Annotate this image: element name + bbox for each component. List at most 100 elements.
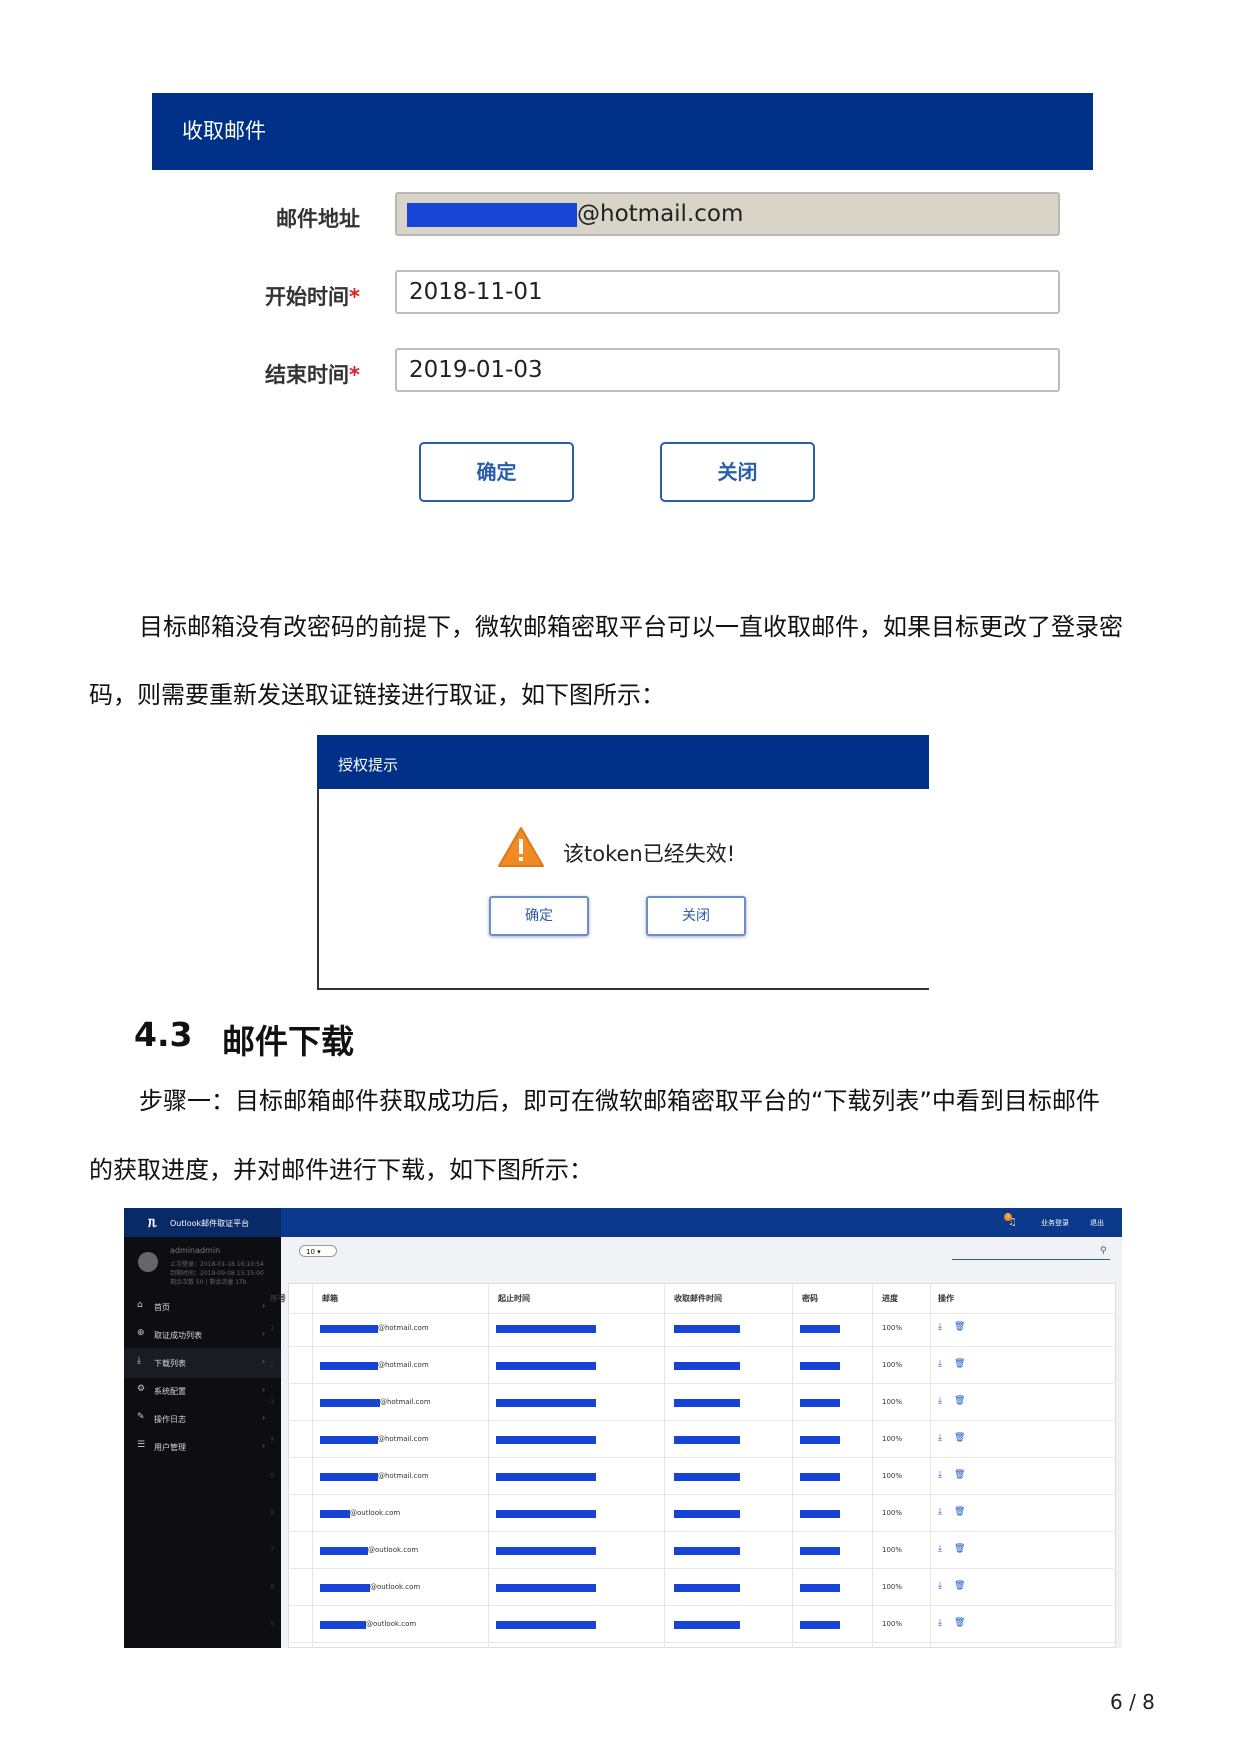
search-input[interactable] — [952, 1259, 1110, 1260]
progress-value: 100% — [882, 1324, 903, 1332]
redaction-bar — [320, 1510, 350, 1518]
redaction-bar — [496, 1362, 596, 1370]
redaction-bar — [320, 1362, 378, 1370]
redaction-bar — [674, 1584, 740, 1592]
settings-icon: ⚙ — [137, 1384, 146, 1394]
table-header-cell: 进度 — [882, 1294, 898, 1303]
trash-icon[interactable]: 🗑 — [954, 1581, 965, 1591]
search-icon[interactable]: ⚲ — [1100, 1246, 1107, 1256]
table-header-cell: 收取邮件时间 — [674, 1294, 722, 1303]
chevron-right-icon: › — [262, 1385, 266, 1394]
trash-icon[interactable]: 🗑 — [954, 1359, 965, 1369]
user-meta-3: 剩余次数 50 | 剩余流量 1Tb — [170, 1279, 247, 1286]
chevron-right-icon: › — [262, 1329, 266, 1338]
redaction-bar — [674, 1325, 740, 1333]
business-login-link[interactable]: 业务登录 — [1041, 1218, 1069, 1228]
paragraph-1-line-2: 码，则需要重新发送取证链接进行取证，如下图所示： — [89, 681, 665, 709]
trash-icon[interactable]: 🗑 — [954, 1470, 965, 1480]
email-suffix: @outlook.com — [370, 1583, 421, 1591]
redaction-bar — [320, 1621, 366, 1629]
redaction-bar — [496, 1621, 596, 1629]
row-index: 4 — [270, 1435, 275, 1443]
table-column-divider — [930, 1284, 931, 1648]
email-suffix: @hotmail.com — [380, 1398, 431, 1406]
sidebar-item-label: 操作日志 — [154, 1415, 186, 1424]
auth-dialog-title: 授权提示 — [338, 756, 399, 774]
download-icon[interactable]: ⤓ — [938, 1322, 942, 1332]
trash-icon[interactable]: 🗑 — [954, 1618, 965, 1628]
auth-dialog-header — [317, 735, 929, 789]
section-number: 4.3 — [134, 1015, 193, 1054]
progress-value: 100% — [882, 1509, 903, 1517]
sidebar-item-2[interactable]: ⤓ 下载列表 › — [124, 1348, 281, 1378]
trash-icon[interactable]: 🗑 — [954, 1544, 965, 1554]
redaction-bar — [674, 1621, 740, 1629]
sidebar-item-4[interactable]: ✎ 操作日志 › — [124, 1404, 281, 1434]
redaction-bar — [496, 1510, 596, 1518]
download-icon[interactable]: ⤓ — [938, 1396, 942, 1406]
sidebar-item-3[interactable]: ⚙ 系统配置 › — [124, 1376, 281, 1406]
log-icon: ✎ — [137, 1412, 145, 1422]
redaction-bar — [674, 1362, 740, 1370]
trash-icon[interactable]: 🗑 — [954, 1507, 965, 1517]
email-address-field[interactable]: @hotmail.com — [395, 192, 1060, 236]
download-icon[interactable]: ⤓ — [938, 1359, 942, 1369]
sidebar-item-1[interactable]: ⊕ 取证成功列表 › — [124, 1320, 281, 1350]
redaction-bar — [800, 1473, 840, 1481]
row-index: 7 — [270, 1546, 275, 1554]
trash-icon[interactable]: 🗑 — [954, 1433, 965, 1443]
user-meta-2: 到期时间：2019-09-08 15:15:00 — [170, 1270, 264, 1277]
download-icon[interactable]: ⤓ — [938, 1470, 942, 1480]
redaction-bar — [800, 1325, 840, 1333]
table-row-divider — [290, 1605, 1114, 1606]
progress-value: 100% — [882, 1546, 903, 1554]
confirm-button[interactable]: 确定 — [419, 442, 574, 502]
start-time-field[interactable]: 2018-11-01 — [395, 270, 1060, 314]
email-suffix: @hotmail.com — [378, 1435, 429, 1443]
end-time-field[interactable]: 2019-01-03 — [395, 348, 1060, 392]
redaction-bar — [674, 1473, 740, 1481]
sidebar-item-5[interactable]: ☰ 用户管理 › — [124, 1432, 281, 1462]
download-icon[interactable]: ⤓ — [938, 1581, 942, 1591]
redaction-bar — [674, 1399, 740, 1407]
download-icon[interactable]: ⤓ — [938, 1618, 942, 1628]
progress-value: 100% — [882, 1620, 903, 1628]
table-row-divider — [290, 1568, 1114, 1569]
auth-confirm-button[interactable]: 确定 — [489, 896, 589, 936]
chevron-right-icon: › — [262, 1357, 266, 1366]
users-icon: ☰ — [137, 1440, 146, 1450]
check-list-icon: ⊕ — [137, 1328, 145, 1338]
redaction-bar — [496, 1547, 596, 1555]
redaction-bar — [800, 1621, 840, 1629]
download-table — [288, 1283, 1116, 1648]
trash-icon[interactable]: 🗑 — [954, 1396, 965, 1406]
redaction-bar — [800, 1399, 840, 1407]
redaction-bar — [496, 1399, 596, 1407]
trash-icon[interactable]: 🗑 — [954, 1322, 965, 1332]
sidebar-item-label: 首页 — [154, 1303, 170, 1312]
redaction-bar — [674, 1547, 740, 1555]
table-header-cell: 起止时间 — [498, 1294, 530, 1303]
table-row-divider — [290, 1457, 1114, 1458]
table-header-cell: 操作 — [938, 1294, 954, 1303]
brand-area: ᥰ Outlook邮件取证平台 — [124, 1208, 281, 1237]
close-button[interactable]: 关闭 — [660, 442, 815, 502]
chevron-right-icon: › — [262, 1301, 266, 1310]
progress-value: 100% — [882, 1398, 903, 1406]
table-row-divider — [290, 1383, 1114, 1384]
download-icon[interactable]: ⤓ — [938, 1433, 942, 1443]
progress-value: 100% — [882, 1361, 903, 1369]
redaction-bar — [496, 1436, 596, 1444]
row-index: 5 — [270, 1472, 275, 1480]
email-suffix: @outlook.com — [368, 1546, 419, 1554]
logout-link[interactable]: 退出 — [1090, 1218, 1104, 1228]
page-size-select[interactable]: 10 ▾ — [299, 1245, 337, 1257]
row-index: 2 — [270, 1361, 275, 1369]
redaction-bar — [320, 1399, 380, 1407]
sidebar-item-0[interactable]: ⌂ 首页 › — [124, 1292, 281, 1322]
auth-close-button[interactable]: 关闭 — [646, 896, 746, 936]
table-column-divider — [872, 1284, 873, 1648]
end-time-label: 结束时间* — [265, 363, 360, 387]
download-icon[interactable]: ⤓ — [938, 1544, 942, 1554]
download-icon[interactable]: ⤓ — [938, 1507, 942, 1517]
